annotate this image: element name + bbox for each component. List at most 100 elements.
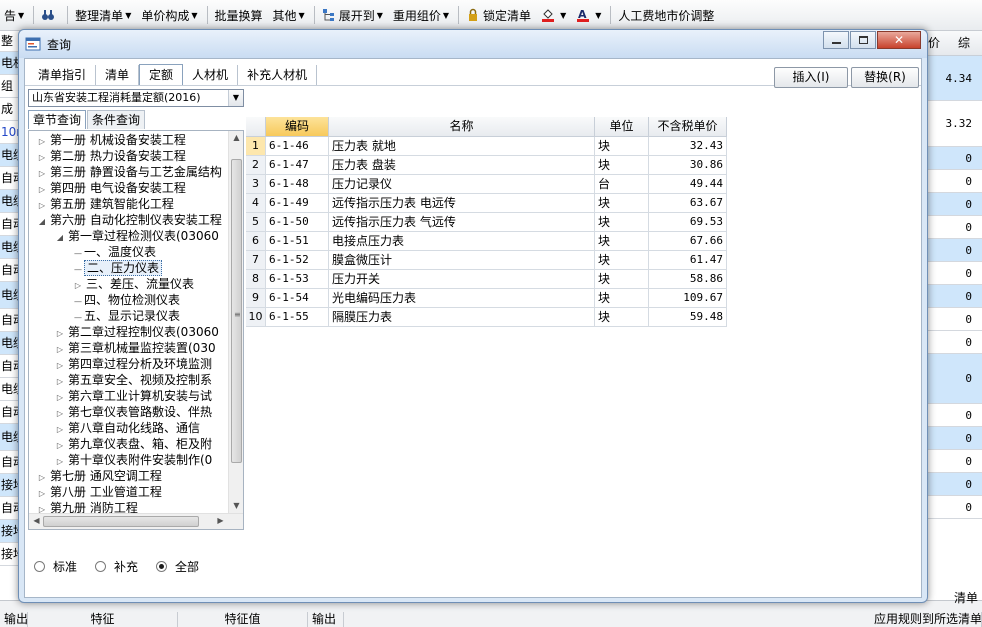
- table-row[interactable]: 1 6-1-46 压力表 就地块 32.43: [246, 137, 727, 156]
- tree-horizontal-scrollbar[interactable]: ◀ ▶: [29, 513, 243, 529]
- tree-node[interactable]: ▷ 第三册 静置设备与工艺金属结构: [37, 164, 222, 180]
- tree-node[interactable]: ▷ 第三章机械量监控装置(030: [55, 340, 216, 356]
- tree-node[interactable]: ▷ 第九章仪表盘、箱、柜及附: [55, 436, 212, 452]
- expand-triangle-icon[interactable]: ▷: [55, 438, 65, 452]
- scroll-down-icon[interactable]: ▼: [229, 499, 243, 513]
- quota-library-select[interactable]: 山东省安装工程消耗量定额(2016) ▼: [28, 89, 244, 107]
- tab-bill[interactable]: 清单: [96, 65, 140, 86]
- radio-dot-icon[interactable]: [34, 561, 45, 572]
- expand-triangle-icon[interactable]: ▷: [37, 470, 47, 484]
- toolbar-item-4[interactable]: 批量换算: [211, 4, 267, 26]
- bottom-tab[interactable]: 特征: [28, 612, 178, 627]
- tree-node[interactable]: ▷ 第四章过程分析及环境监测: [55, 356, 212, 372]
- grid-column-header[interactable]: 不含税单价: [649, 117, 727, 137]
- tab-chapter-query[interactable]: 章节查询: [28, 110, 87, 129]
- grid-column-header[interactable]: 单位: [595, 117, 649, 137]
- toolbar-item-6[interactable]: 展开到 ▼: [318, 4, 387, 26]
- toolbar-item-7[interactable]: 重用组价 ▼: [389, 4, 453, 26]
- expand-triangle-icon[interactable]: ▷: [55, 342, 65, 356]
- tree-vertical-scrollbar[interactable]: ▲ ≡ ▼: [228, 131, 243, 513]
- expand-triangle-icon[interactable]: ▷: [37, 182, 47, 196]
- tree-node[interactable]: ▷ 三、差压、流量仪表: [73, 276, 194, 292]
- radio-supplement[interactable]: 补充: [95, 558, 138, 575]
- expand-triangle-icon[interactable]: ▷: [55, 374, 65, 388]
- bottom-tab[interactable]: 特征值: [178, 612, 308, 627]
- tree-node[interactable]: ▷ 第五册 建筑智能化工程: [37, 196, 174, 212]
- table-row[interactable]: 10 6-1-55 隔膜压力表块 59.48: [246, 308, 727, 327]
- chevron-down-icon[interactable]: ▼: [228, 90, 243, 106]
- toolbar-item-10[interactable]: A ▼: [572, 4, 605, 26]
- tab-condition-query[interactable]: 条件查询: [87, 110, 146, 129]
- toolbar-item-9[interactable]: ▼: [537, 4, 570, 26]
- tree-node[interactable]: ▷ 第七册 通风空调工程: [37, 468, 162, 484]
- table-row[interactable]: 2 6-1-47 压力表 盘装块 30.86: [246, 156, 727, 175]
- expand-triangle-icon[interactable]: ▷: [55, 422, 65, 436]
- grid-column-header[interactable]: [246, 117, 266, 137]
- bottom-tab[interactable]: 应用规则到所选清单: [870, 612, 982, 627]
- expand-triangle-icon[interactable]: ▷: [55, 454, 65, 468]
- grid-column-header[interactable]: 编码: [266, 117, 329, 137]
- insert-button[interactable]: 插入(I): [774, 67, 848, 88]
- tree-node[interactable]: ▷ 第七章仪表管路敷设、伴热: [55, 404, 212, 420]
- expand-triangle-icon[interactable]: ▷: [37, 150, 47, 164]
- table-row[interactable]: 6 6-1-51 电接点压力表块 67.66: [246, 232, 727, 251]
- tree-node[interactable]: — 一、温度仪表: [73, 244, 156, 260]
- grid-column-header[interactable]: 名称: [329, 117, 595, 137]
- tree-node[interactable]: ▷ 第六章工业计算机安装与试: [55, 388, 212, 404]
- table-row[interactable]: 5 6-1-50 远传指示压力表 气远传块 69.53: [246, 213, 727, 232]
- scroll-up-icon[interactable]: ▲: [229, 131, 243, 145]
- tree-node[interactable]: ▷ 第十章仪表附件安装制作(0: [55, 452, 212, 468]
- scroll-left-icon[interactable]: ◀: [29, 514, 44, 528]
- toolbar-item-2[interactable]: 整理清单 ▼: [71, 4, 135, 26]
- tree-node[interactable]: ▷ 第二章过程控制仪表(03060: [55, 324, 219, 340]
- expand-triangle-icon[interactable]: ▷: [55, 390, 65, 404]
- toolbar-item-11[interactable]: 人工费地市价调整: [614, 4, 718, 26]
- horizontal-scroll-thumb[interactable]: [43, 516, 199, 527]
- table-row[interactable]: 4 6-1-49 远传指示压力表 电远传块 63.67: [246, 194, 727, 213]
- bottom-tab[interactable]: 输出: [308, 612, 344, 627]
- tree-node[interactable]: ◢ 第一章过程检测仪表(03060: [55, 228, 219, 244]
- maximize-button[interactable]: [850, 31, 876, 49]
- table-row[interactable]: 7 6-1-52 膜盒微压计块 61.47: [246, 251, 727, 270]
- tree-node[interactable]: ▷ 第八册 工业管道工程: [37, 484, 162, 500]
- minimize-button[interactable]: [823, 31, 849, 49]
- tree-node[interactable]: ▷ 第二册 热力设备安装工程: [37, 148, 186, 164]
- expand-triangle-icon[interactable]: ▷: [37, 166, 47, 180]
- expand-triangle-icon[interactable]: ▷: [55, 326, 65, 340]
- tree-node[interactable]: — 四、物位检测仪表: [73, 292, 180, 308]
- expand-triangle-icon[interactable]: ▷: [73, 278, 83, 292]
- tree-node[interactable]: ▷ 第五章安全、视频及控制系: [55, 372, 212, 388]
- radio-all[interactable]: 全部: [156, 558, 199, 575]
- expand-triangle-icon[interactable]: ▷: [37, 198, 47, 212]
- radio-standard[interactable]: 标准: [34, 558, 77, 575]
- collapse-triangle-icon[interactable]: ◢: [37, 214, 47, 228]
- table-row[interactable]: 8 6-1-53 压力开关块 58.86: [246, 270, 727, 289]
- scroll-thumb[interactable]: ≡: [231, 159, 242, 463]
- expand-triangle-icon[interactable]: ▷: [55, 406, 65, 420]
- radio-dot-icon[interactable]: [156, 561, 168, 572]
- collapse-triangle-icon[interactable]: ◢: [55, 230, 65, 244]
- tree-node[interactable]: ◢ 第六册 自动化控制仪表安装工程: [37, 212, 222, 228]
- expand-triangle-icon[interactable]: ▷: [37, 486, 47, 500]
- toolbar-item-0[interactable]: 告 ▼: [0, 4, 28, 26]
- table-row[interactable]: 9 6-1-54 光电编码压力表块 109.67: [246, 289, 727, 308]
- toolbar-item-5[interactable]: 其他 ▼: [269, 4, 309, 26]
- replace-button[interactable]: 替换(R): [851, 67, 919, 88]
- expand-triangle-icon[interactable]: ▷: [55, 358, 65, 372]
- tree-node[interactable]: ▷ 第四册 电气设备安装工程: [37, 180, 186, 196]
- dialog-titlebar[interactable]: 查询 ✕: [19, 30, 927, 58]
- tab-material[interactable]: 人材机: [183, 65, 239, 86]
- tab-guide[interactable]: 清单指引: [29, 65, 97, 86]
- tree-node[interactable]: — 二、压力仪表: [73, 260, 163, 276]
- tree-node[interactable]: ▷ 第八章自动化线路、通信: [55, 420, 200, 436]
- close-button[interactable]: ✕: [877, 31, 921, 49]
- bottom-tab[interactable]: 输出: [0, 612, 28, 627]
- toolbar-item-1[interactable]: [37, 4, 62, 26]
- scroll-right-icon[interactable]: ▶: [213, 514, 228, 528]
- tree-node[interactable]: — 五、显示记录仪表: [73, 308, 180, 324]
- toolbar-item-8[interactable]: 锁定清单: [462, 4, 535, 26]
- tree-node[interactable]: ▷ 第一册 机械设备安装工程: [37, 132, 186, 148]
- tab-supplement[interactable]: 补充人材机: [238, 65, 318, 86]
- table-row[interactable]: 3 6-1-48 压力记录仪台 49.44: [246, 175, 727, 194]
- toolbar-item-3[interactable]: 单价构成 ▼: [137, 4, 201, 26]
